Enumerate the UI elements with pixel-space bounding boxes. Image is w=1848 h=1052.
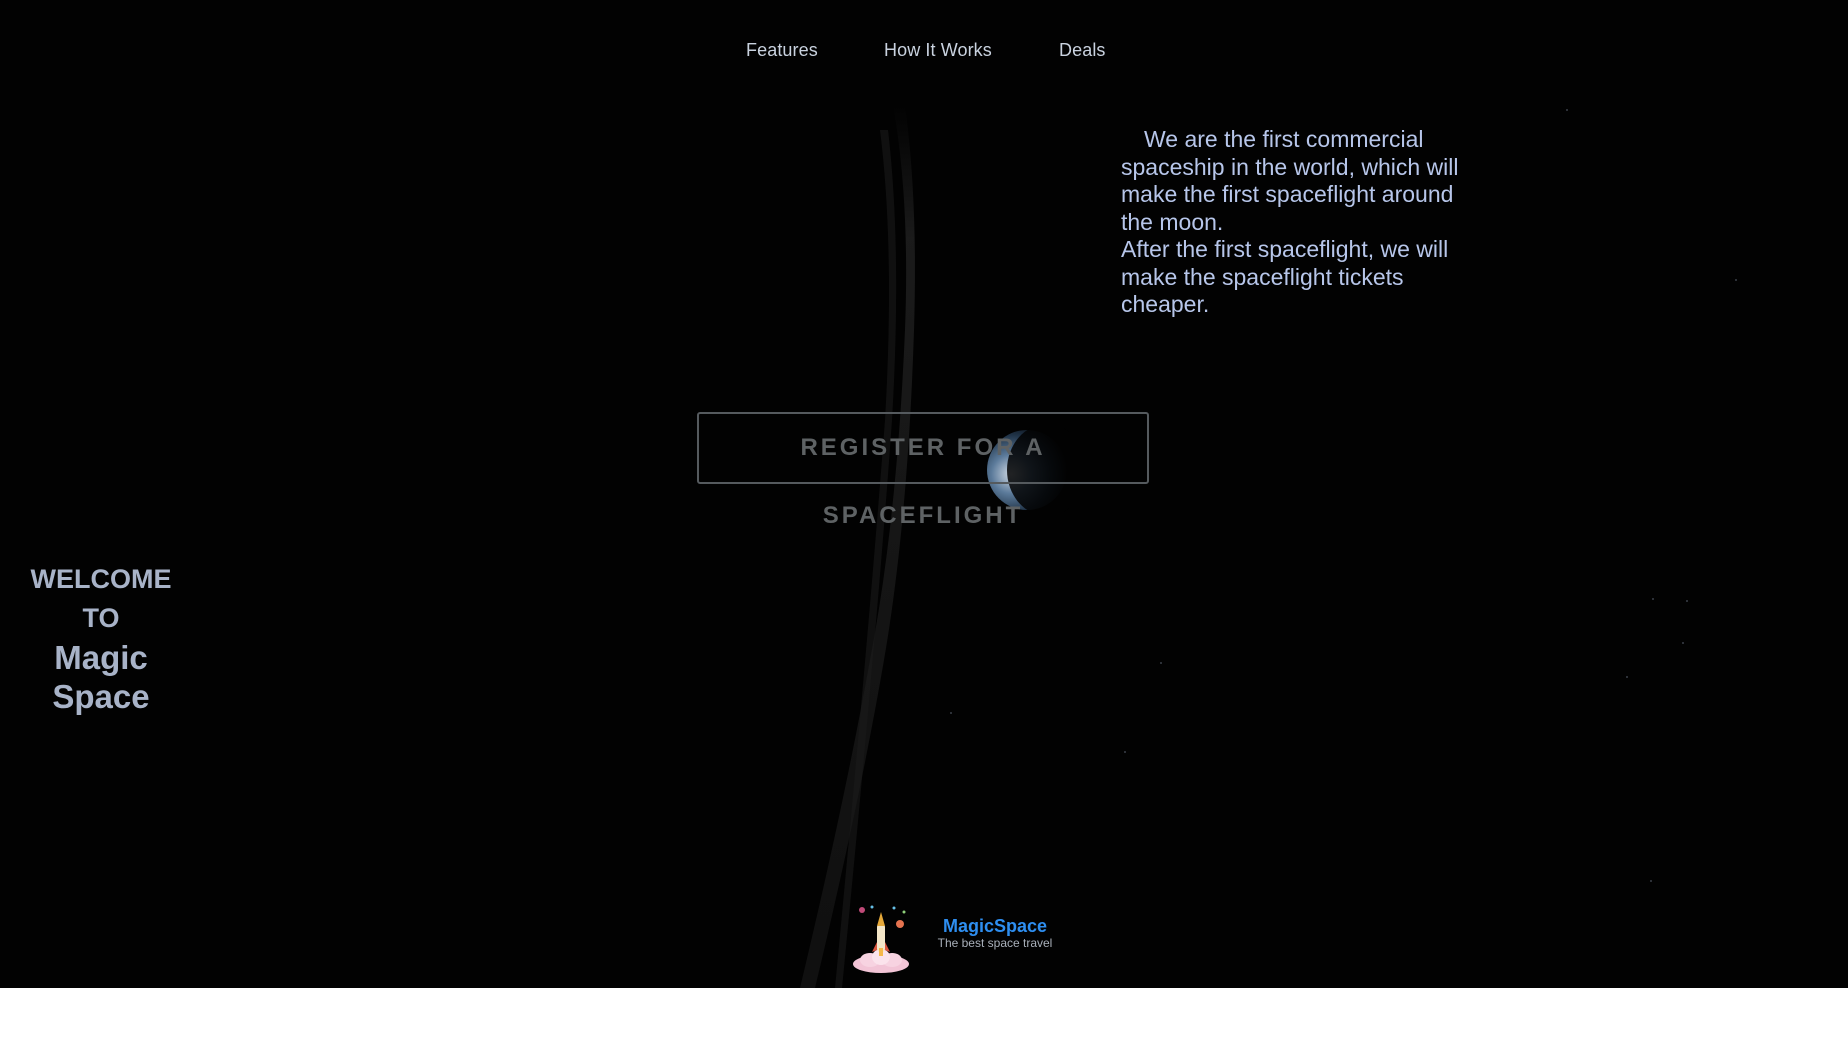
rocket-logo-icon[interactable] — [848, 902, 914, 976]
star — [1124, 751, 1126, 753]
welcome-line-4: Space — [52, 678, 150, 715]
star — [1160, 662, 1162, 664]
star — [1686, 600, 1688, 602]
welcome-line-1: WELCOME — [30, 564, 172, 594]
intro-paragraph-2: After the first spaceflight, we will mak… — [1121, 236, 1449, 317]
star — [1650, 880, 1652, 882]
footer-brand: MagicSpace The best space travel — [920, 916, 1070, 950]
intro-text: We are the first commercial spaceship in… — [1121, 126, 1471, 319]
welcome-heading: WELCOME TO Magic Space — [20, 560, 182, 716]
register-spaceflight-button[interactable]: REGISTER FOR A SPACEFLIGHT — [697, 412, 1149, 529]
brand-name[interactable]: MagicSpace — [920, 916, 1070, 936]
brand-tagline: The best space travel — [937, 936, 1053, 950]
star — [1682, 642, 1684, 644]
star — [1626, 676, 1628, 678]
star — [1735, 279, 1737, 281]
welcome-line-2: TO — [82, 603, 120, 633]
hero-section: Features How It Works Deals We are the f… — [0, 0, 1848, 988]
top-nav: Features How It Works Deals — [0, 36, 1848, 68]
nav-deals-link[interactable]: Deals — [1059, 40, 1106, 61]
star — [950, 712, 952, 714]
star — [1566, 109, 1568, 111]
page-below-hero — [0, 988, 1848, 1052]
nav-features-link[interactable]: Features — [746, 40, 818, 61]
nav-how-it-works-link[interactable]: How It Works — [884, 40, 992, 61]
star — [1652, 598, 1654, 600]
welcome-line-3: Magic — [54, 639, 148, 676]
intro-paragraph-1: We are the first commercial spaceship in… — [1121, 126, 1459, 235]
